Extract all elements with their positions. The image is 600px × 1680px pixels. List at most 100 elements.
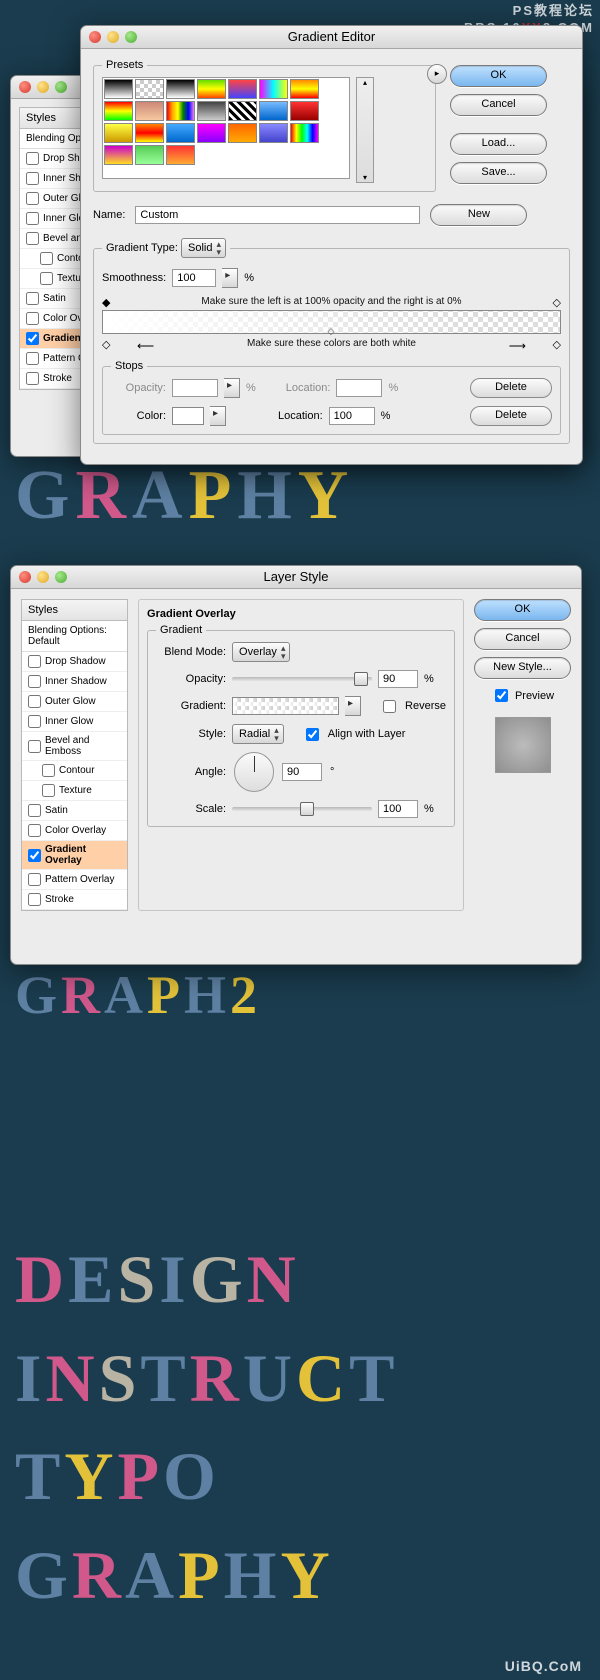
- smoothness-label: Smoothness:: [102, 272, 166, 284]
- smoothness-pct: %: [244, 272, 254, 284]
- stops-legend: Stops: [111, 360, 147, 372]
- location1-input: [336, 379, 382, 397]
- styles-header[interactable]: Styles: [22, 600, 127, 621]
- gradient-swatch-label: Gradient:: [156, 700, 226, 712]
- location1-label: Location:: [286, 382, 331, 394]
- style-outer-glow[interactable]: Outer Glow: [22, 692, 127, 712]
- cancel-button[interactable]: Cancel: [450, 94, 547, 116]
- delete-color-stop-button[interactable]: Delete: [470, 406, 552, 426]
- style-label: Style:: [156, 728, 226, 740]
- reverse-label: Reverse: [405, 700, 446, 712]
- color-chip[interactable]: [172, 407, 204, 425]
- angle-input[interactable]: [282, 763, 322, 781]
- color-picker-stepper[interactable]: [210, 406, 226, 426]
- style-inner-glow[interactable]: Inner Glow: [22, 712, 127, 732]
- opacity-stepper: [224, 378, 240, 398]
- delete-opacity-stop-button[interactable]: Delete: [470, 378, 552, 398]
- scale-pct: %: [424, 803, 434, 815]
- scale-input[interactable]: [378, 800, 418, 818]
- style-pattern-overlay[interactable]: Pattern Overlay: [22, 870, 127, 890]
- blend-mode-label: Blend Mode:: [156, 646, 226, 658]
- styles-panel: Styles Blending Options: Default Drop Sh…: [21, 599, 128, 911]
- opacity-stop-left-icon[interactable]: ◆: [102, 296, 110, 309]
- gradient-swatch[interactable]: [232, 697, 339, 715]
- new-button[interactable]: New: [430, 204, 527, 226]
- location2-input[interactable]: [329, 407, 375, 425]
- ok-button[interactable]: OK: [474, 599, 571, 621]
- opacity-input[interactable]: [378, 670, 418, 688]
- panel-title: Gradient Overlay: [147, 608, 455, 620]
- bg-graphy-2: GRAPH2: [15, 964, 600, 1026]
- blend-mode-select[interactable]: Overlay▴▾: [232, 642, 290, 662]
- bg-graphy: GRAPHY: [15, 456, 600, 536]
- arrow-right-icon: ⟶: [509, 339, 526, 353]
- opacity-input: [172, 379, 218, 397]
- preset-scrollbar[interactable]: ▴▾: [356, 77, 374, 183]
- style-satin[interactable]: Satin: [22, 801, 127, 821]
- color-stop-left-icon[interactable]: ◇: [102, 338, 110, 351]
- angle-dial[interactable]: [234, 752, 274, 792]
- style-contour[interactable]: Contour: [22, 761, 127, 781]
- blending-options[interactable]: Blending Options: Default: [22, 621, 127, 652]
- watermark-line1: PS教程论坛: [464, 0, 594, 19]
- arrow-left-icon: ⟵: [137, 339, 154, 353]
- anno-opacity: Make sure the left is at 100% opacity an…: [102, 296, 561, 307]
- style-stroke[interactable]: Stroke: [22, 890, 127, 910]
- location2-pct: %: [381, 410, 391, 422]
- gradient-type-select[interactable]: Solid▴▾: [181, 238, 226, 258]
- angle-label: Angle:: [156, 766, 226, 778]
- ok-button[interactable]: OK: [450, 65, 547, 87]
- opacity-slider[interactable]: [232, 677, 372, 681]
- gradient-type-label: Gradient Type:: [106, 242, 178, 254]
- opacity-label: Opacity:: [156, 673, 226, 685]
- bg-full-typo: DESIGN INSTRUCT TYPO GRAPHY: [15, 1230, 600, 1624]
- color-stop-right-icon[interactable]: ◇: [553, 338, 561, 351]
- cancel-button[interactable]: Cancel: [474, 628, 571, 650]
- preview-thumbnail: [495, 717, 551, 773]
- style-texture[interactable]: Texture: [22, 781, 127, 801]
- gradient-dropdown-icon[interactable]: [345, 696, 361, 716]
- gradient-editor-dialog: Gradient Editor Presets: [80, 25, 583, 465]
- preset-grid[interactable]: [102, 77, 350, 179]
- location2-label: Location:: [278, 410, 323, 422]
- anno-color: Make sure these colors are both white: [102, 338, 561, 349]
- layer-style-dialog: Layer Style Styles Blending Options: Def…: [10, 565, 582, 965]
- save-button[interactable]: Save...: [450, 162, 547, 184]
- style-drop-shadow[interactable]: Drop Shadow: [22, 652, 127, 672]
- watermark-bottom: UiBQ.CoM: [505, 1658, 582, 1674]
- smoothness-stepper[interactable]: [222, 268, 238, 288]
- preview-label: Preview: [515, 690, 554, 702]
- window-controls[interactable]: [89, 31, 137, 43]
- preview-checkbox[interactable]: [495, 689, 508, 702]
- smoothness-input[interactable]: [172, 269, 216, 287]
- opacity-pct: %: [424, 673, 434, 685]
- angle-deg: °: [330, 766, 334, 778]
- window-title: Gradient Editor: [81, 26, 582, 49]
- location1-pct: %: [388, 382, 398, 394]
- midpoint-icon[interactable]: ◇: [328, 326, 335, 337]
- style-select[interactable]: Radial▴▾: [232, 724, 284, 744]
- align-label: Align with Layer: [328, 728, 406, 740]
- style-bevel-emboss[interactable]: Bevel and Emboss: [22, 732, 127, 761]
- style-color-overlay[interactable]: Color Overlay: [22, 821, 127, 841]
- scale-label: Scale:: [156, 803, 226, 815]
- name-label: Name:: [93, 209, 125, 221]
- opacity-pct: %: [246, 382, 256, 394]
- reverse-checkbox[interactable]: [383, 700, 396, 713]
- gradient-group: Gradient: [156, 624, 206, 636]
- presets-legend: Presets: [102, 59, 147, 71]
- style-inner-shadow[interactable]: Inner Shadow: [22, 672, 127, 692]
- new-style-button[interactable]: New Style...: [474, 657, 571, 679]
- window-controls[interactable]: [19, 571, 67, 583]
- load-button[interactable]: Load...: [450, 133, 547, 155]
- align-checkbox[interactable]: [306, 728, 319, 741]
- name-input[interactable]: [135, 206, 420, 224]
- opacity-label: Opacity:: [111, 382, 166, 394]
- window-title: Layer Style: [11, 566, 581, 589]
- style-gradient-overlay[interactable]: Gradient Overlay: [22, 841, 127, 870]
- window-controls[interactable]: [19, 81, 67, 93]
- opacity-stop-right-icon[interactable]: ◇: [553, 296, 561, 309]
- color-label: Color:: [111, 410, 166, 422]
- preset-menu-button[interactable]: ▸: [427, 64, 447, 84]
- scale-slider[interactable]: [232, 807, 372, 811]
